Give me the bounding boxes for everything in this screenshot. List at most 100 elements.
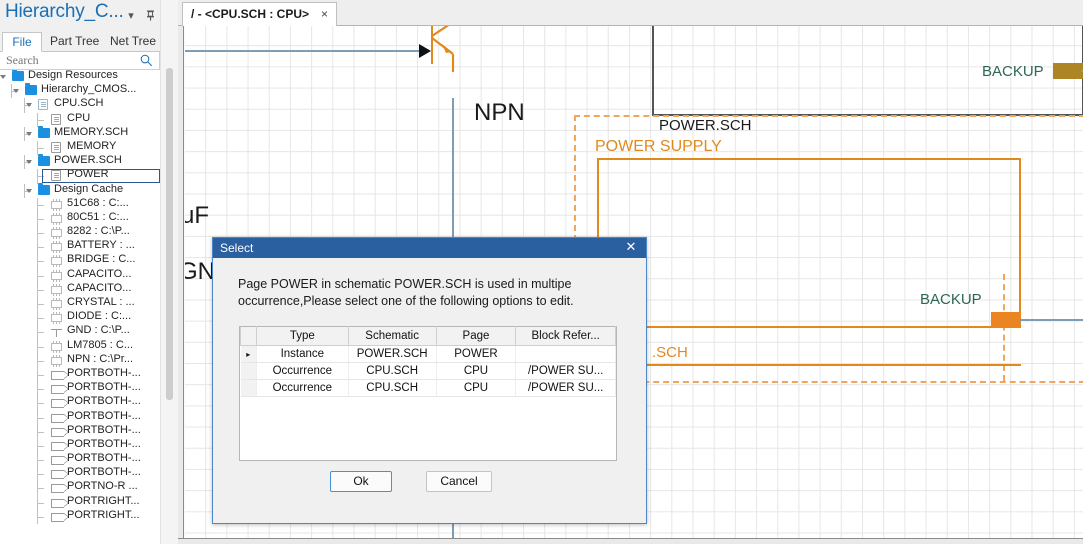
- block-dashed-top: [574, 115, 1083, 117]
- tree-item[interactable]: PORTRIGHT...: [0, 495, 160, 510]
- npn-transistor-icon[interactable]: [431, 26, 483, 72]
- label-backup-top: BACKUP: [982, 63, 1044, 80]
- tree-connector: [37, 417, 44, 419]
- chevron-down-icon[interactable]: ▾: [124, 9, 138, 23]
- ok-button[interactable]: Ok: [330, 471, 392, 492]
- row-marker: [240, 379, 257, 397]
- search-input[interactable]: [4, 53, 129, 68]
- tree-scrollbar-thumb[interactable]: [166, 68, 173, 400]
- tree-item[interactable]: Hierarchy_CMOS...: [0, 83, 160, 99]
- tree-item[interactable]: PORTNO-R ...: [0, 480, 160, 496]
- tree-item[interactable]: POWER: [0, 168, 160, 184]
- tab-cpu-sch[interactable]: / - <CPU.SCH : CPU> ×: [182, 2, 338, 26]
- tab-label: / - <CPU.SCH : CPU>: [191, 7, 310, 21]
- tree-item[interactable]: LM7805 : C...: [0, 339, 160, 354]
- port-icon: [51, 484, 69, 494]
- search-icon[interactable]: [140, 54, 153, 67]
- tree-connector: [37, 403, 44, 405]
- doc-gray-icon: [51, 113, 61, 125]
- tree-expander-icon[interactable]: [26, 131, 32, 136]
- column-header-block-reference[interactable]: Block Refer...: [515, 326, 616, 346]
- occurrence-table[interactable]: Type Schematic Page Block Refer... ▸ Ins…: [239, 326, 617, 461]
- cell-type: Instance: [256, 345, 349, 363]
- tab-part-tree[interactable]: Part Tree: [44, 32, 105, 52]
- table-row[interactable]: Occurrence CPU.SCH CPU /POWER SU...: [240, 362, 616, 380]
- tree-expander-icon[interactable]: [0, 75, 6, 79]
- tree-item[interactable]: 51C68 : C:...: [0, 197, 160, 212]
- tree-item[interactable]: 8282 : C:\P...: [0, 225, 160, 241]
- block-inner-top: [597, 158, 1021, 160]
- tree-item[interactable]: DIODE : C:...: [0, 310, 160, 326]
- cell-block: /POWER SU...: [515, 362, 616, 380]
- design-resources-tree[interactable]: Design Resources Hierarchy_CMOS... CPU.SCH…: [0, 70, 160, 544]
- tree-item[interactable]: PORTBOTH-...: [0, 437, 160, 454]
- tree-item[interactable]: PORTBOTH-...: [0, 424, 160, 439]
- tree-item[interactable]: PORTBOTH-...: [0, 452, 160, 468]
- panel-title: Hierarchy_C...: [5, 1, 124, 22]
- tab-net-tree[interactable]: Net Tree: [104, 32, 162, 52]
- cancel-button[interactable]: Cancel: [426, 471, 492, 492]
- tree-item[interactable]: BATTERY : ...: [0, 239, 160, 255]
- tree-expander-icon[interactable]: [26, 160, 32, 165]
- folder-icon: [38, 182, 50, 195]
- tab-close-icon[interactable]: ×: [321, 3, 328, 26]
- tree-item[interactable]: PORTBOTH-...: [0, 410, 160, 425]
- column-header-page[interactable]: Page: [435, 326, 517, 346]
- tree-item[interactable]: 80C51 : C:...: [0, 211, 160, 227]
- port-icon: [51, 470, 69, 480]
- tree-item-label: PORTBOTH-...: [67, 437, 141, 450]
- wire-powersch-stem[interactable]: [652, 26, 654, 116]
- tree-item[interactable]: PORTBOTH-...: [0, 466, 160, 482]
- tree-item[interactable]: PORTRIGHT...: [0, 509, 160, 524]
- tree-item[interactable]: NPN : C:\Pr...: [0, 353, 160, 368]
- application-window: Hierarchy_C... ▾ ✕ File Part Tree Net Tr…: [0, 0, 1083, 544]
- tree-item[interactable]: MEMORY.SCH: [0, 125, 160, 141]
- tree-item-label: 8282 : C:\P...: [67, 225, 130, 238]
- column-header-type[interactable]: Type: [255, 326, 349, 346]
- tree-scrollbar[interactable]: [160, 0, 178, 544]
- tree-item[interactable]: Design Resources: [0, 70, 160, 84]
- tree-connector: [37, 304, 44, 305]
- dialog-message: Page POWER in schematic POWER.SCH is use…: [238, 277, 574, 308]
- dialog-titlebar[interactable]: Select ✕: [213, 238, 646, 258]
- tree-item-label: Design Cache: [54, 182, 124, 195]
- pin-icon[interactable]: [143, 9, 157, 23]
- wire-base-input[interactable]: [185, 50, 426, 52]
- tree-item[interactable]: CRYSTAL : ...: [0, 296, 160, 312]
- tab-file[interactable]: File: [2, 32, 42, 52]
- search-row: [0, 52, 160, 70]
- tree-item-label: GND : C:\P...: [67, 324, 130, 337]
- tree-item[interactable]: PORTBOTH-...: [0, 381, 160, 397]
- tree-connector: [37, 509, 38, 524]
- tree-item[interactable]: PORTBOTH-...: [0, 367, 160, 383]
- tree-item[interactable]: POWER.SCH: [0, 154, 160, 170]
- tree-expander-icon[interactable]: [26, 103, 32, 108]
- tree-item[interactable]: GND : C:\P...: [0, 324, 160, 340]
- port-icon: [51, 498, 69, 508]
- table-row[interactable]: Occurrence CPU.SCH CPU /POWER SU...: [240, 379, 616, 397]
- table-row[interactable]: ▸ Instance POWER.SCH POWER: [240, 345, 616, 363]
- tree-connector: [37, 226, 38, 241]
- tree-expander-icon[interactable]: [13, 89, 19, 94]
- tree-item[interactable]: CAPACITO...: [0, 282, 160, 297]
- tree-item[interactable]: MEMORY: [0, 140, 160, 156]
- port-backup-mid[interactable]: [991, 312, 1021, 328]
- select-dialog: Select ✕ Page POWER in schematic POWER.S…: [212, 237, 647, 524]
- tree-item[interactable]: PORTBOTH-...: [0, 395, 160, 411]
- tree-item[interactable]: CPU: [0, 112, 160, 127]
- tree-item[interactable]: Design Cache: [0, 182, 160, 198]
- column-header-schematic[interactable]: Schematic: [347, 326, 437, 346]
- tree-item[interactable]: BRIDGE : C...: [0, 253, 160, 269]
- tree-item[interactable]: CAPACITO...: [0, 268, 160, 283]
- tree-item-label: Hierarchy_CMOS...: [41, 83, 137, 96]
- tree-expander-icon[interactable]: [26, 188, 32, 193]
- tree-connector: [37, 311, 38, 326]
- wire-backup-mid[interactable]: [1019, 319, 1083, 321]
- port-icon: [51, 370, 69, 380]
- tree-item[interactable]: CPU.SCH: [0, 97, 160, 113]
- port-icon: [51, 413, 69, 423]
- row-marker-header: [240, 326, 257, 346]
- port-backup-top[interactable]: [1053, 63, 1083, 79]
- cell-type: Occurrence: [256, 362, 349, 380]
- close-icon[interactable]: ✕: [624, 240, 638, 254]
